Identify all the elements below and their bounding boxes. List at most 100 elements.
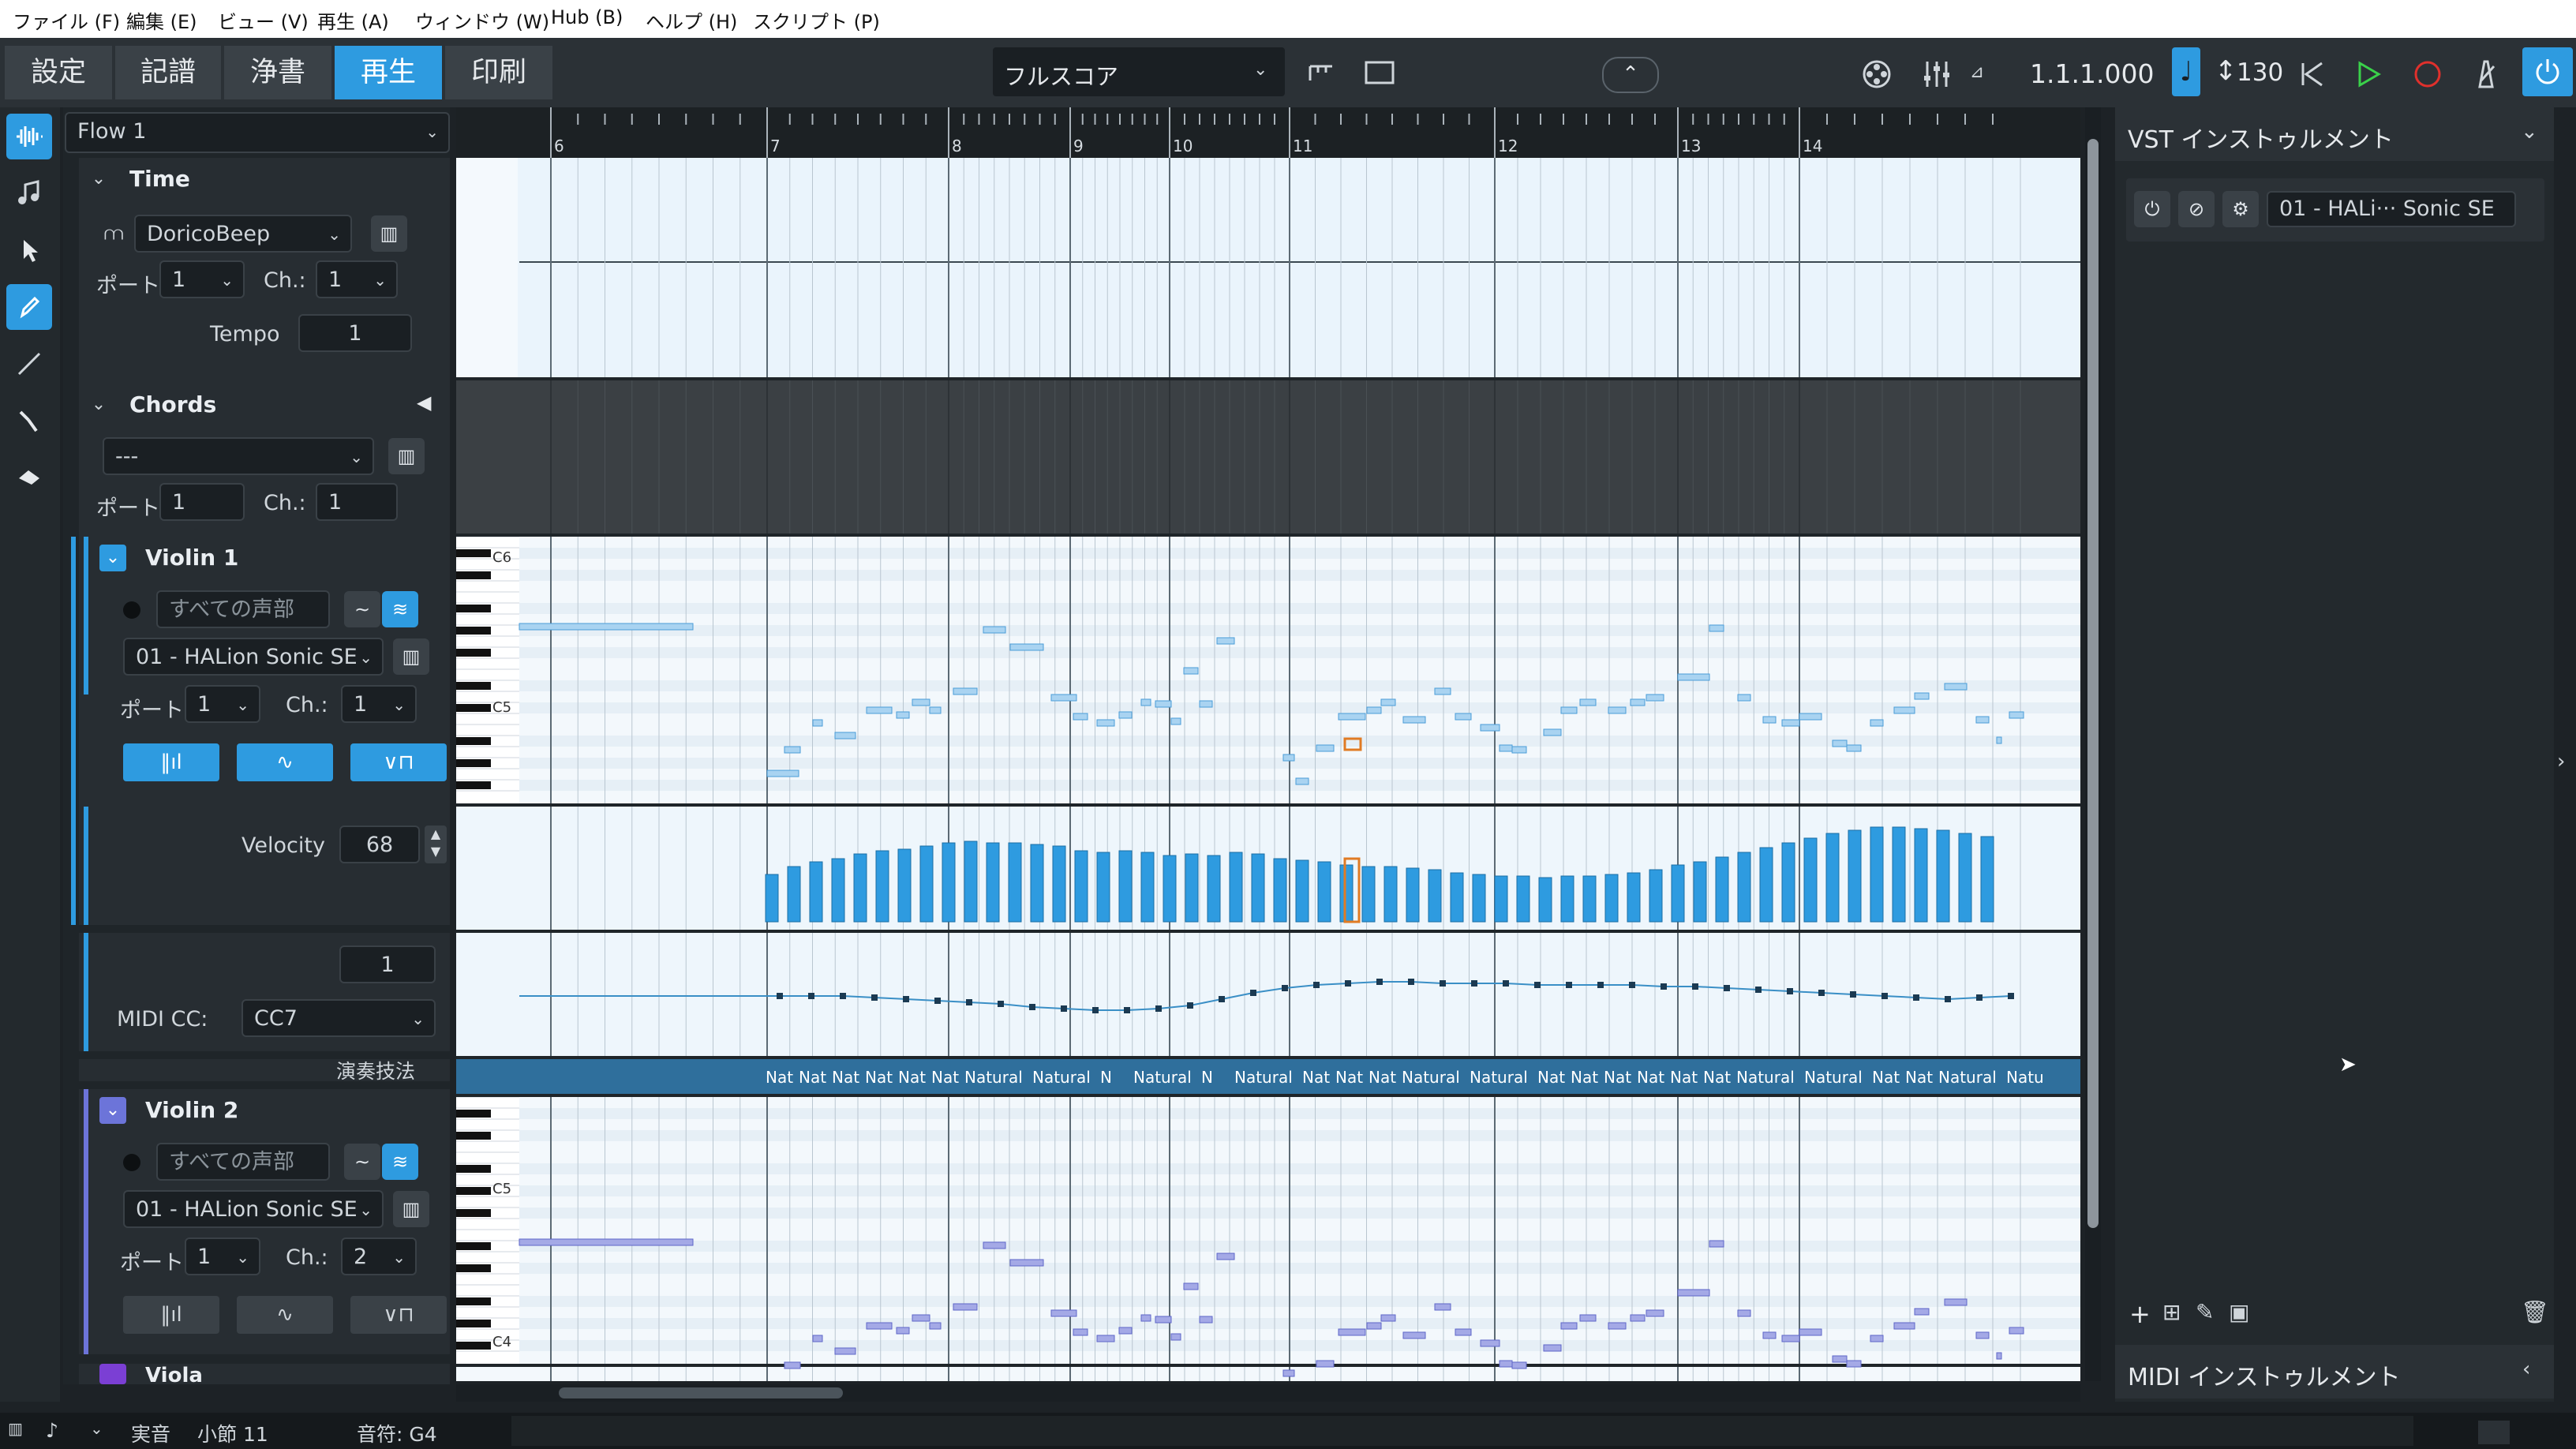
editor-canvas[interactable]: C6 C5 C5 C4 Nat Nat Nat Nat Nat Nat Natural Natural… [456, 158, 2080, 1381]
tempo-value-field[interactable]: 1 [298, 314, 412, 352]
timeline-ruler[interactable]: 6 7 8 9 10 11 12 13 14 [456, 107, 2080, 158]
record-icon[interactable] [2407, 52, 2448, 93]
keyboard-icon[interactable]: ▥ [393, 638, 429, 675]
cc-value-field[interactable]: 1 [339, 945, 436, 983]
menu-script[interactable]: スクリプト (P) [753, 6, 880, 34]
brush-icon[interactable] [6, 398, 52, 444]
line-tool-icon[interactable] [6, 341, 52, 387]
waves-icon[interactable]: ≋ [382, 1144, 418, 1180]
menu-hub[interactable]: Hub (B) [551, 6, 623, 28]
time-device-select[interactable]: DoricoBeep ⌄ [134, 215, 352, 253]
midi-cc-select[interactable]: CC7 ⌄ [242, 999, 436, 1037]
channel-field[interactable]: 1 [316, 483, 398, 521]
note-input-icon[interactable]: ♪ [46, 1419, 58, 1442]
piano-icon[interactable]: ▥ [8, 1419, 23, 1438]
note-icon[interactable]: ♩ [2172, 47, 2200, 96]
power-icon[interactable] [2522, 47, 2573, 96]
chevron-down-icon[interactable]: ⌄ [85, 391, 112, 418]
vst-instrument-select[interactable]: 01 - HALi··· Sonic SE [2267, 191, 2516, 227]
keyboard-icon[interactable]: ▥ [388, 438, 425, 474]
menu-view[interactable]: ビュー (V) [218, 6, 309, 34]
waves-icon[interactable]: ≋ [382, 591, 418, 627]
add-multiple-icon[interactable]: ⊞ [2162, 1299, 2181, 1325]
keyboard-icon[interactable]: ▥ [393, 1191, 429, 1227]
playhead-position[interactable]: 1.1.1.000 [2030, 58, 2154, 89]
tab-setup[interactable]: 設定 [5, 46, 112, 99]
technique-lane-button[interactable]: ∨⊓ [350, 743, 447, 781]
power-icon[interactable]: ⏻ [2134, 191, 2170, 227]
tab-print[interactable]: 印刷 [445, 46, 552, 99]
scrollbar-thumb[interactable] [559, 1387, 843, 1398]
channel-select[interactable]: 1 ⌄ [316, 260, 398, 298]
concert-pitch-toggle[interactable]: 実音 [131, 1419, 170, 1447]
collapse-toolbar-button[interactable]: ⌃ [1602, 57, 1659, 93]
rewind-to-start-icon[interactable] [2292, 52, 2333, 93]
voices-select[interactable]: すべての声部 [156, 1143, 330, 1181]
menu-file[interactable]: ファイル (F) [13, 6, 120, 34]
velocity-lane-button[interactable]: ‖ıl [123, 1296, 219, 1334]
keyboard-icon[interactable]: ▥ [371, 215, 407, 252]
tilde-icon[interactable]: ∼ [344, 591, 380, 627]
velocity-lane-button[interactable]: ‖ıl [123, 743, 219, 781]
horizontal-scrollbar[interactable] [456, 1384, 2080, 1402]
channel-select[interactable]: 2 ⌄ [341, 1237, 417, 1275]
midi-panel-header[interactable]: MIDI インストゥルメント ‹ [2115, 1345, 2554, 1398]
menu-help[interactable]: ヘルプ (H) [646, 6, 737, 34]
tab-engrave[interactable]: 浄書 [224, 46, 331, 99]
metronome-icon[interactable] [2466, 52, 2507, 93]
instrument-select[interactable]: 01 - HALion Sonic SE ⌄ [123, 1190, 384, 1228]
cc-lane-button[interactable]: ∿ [237, 1296, 333, 1334]
play-icon[interactable] [2347, 52, 2388, 93]
pencil-icon[interactable] [6, 284, 52, 330]
scrollbar-thumb[interactable] [2087, 139, 2099, 1228]
voices-select[interactable]: すべての声部 [156, 590, 330, 628]
chords-device-select[interactable]: --- ⌄ [103, 437, 374, 475]
page-view-icon[interactable] [1359, 52, 1400, 93]
pointer-icon[interactable] [6, 227, 52, 273]
speaker-icon[interactable]: ◀ [417, 391, 431, 414]
velocity-stepper[interactable]: ▲ ▼ [425, 826, 447, 863]
select-all-icon[interactable]: ▣ [2229, 1299, 2249, 1325]
piano-roll-editor[interactable]: C6 C5 C5 C4 Nat Nat Nat Nat Nat Nat Natural Natural… [456, 158, 2080, 1381]
layout-selector[interactable]: フルスコア ⌄ [993, 47, 1285, 96]
tab-play[interactable]: 再生 [335, 46, 442, 99]
chevron-right-icon[interactable]: › [2557, 750, 2565, 773]
record-arm-button[interactable] [123, 1154, 140, 1171]
edit-icon[interactable]: ✎ [2196, 1299, 2214, 1325]
menu-window[interactable]: ウィンドウ (W) [415, 6, 549, 34]
music-note-icon[interactable] [6, 170, 52, 216]
mixer-reel-icon[interactable] [1856, 52, 1897, 93]
tilde-icon[interactable]: ∼ [344, 1144, 380, 1180]
technique-lane-button[interactable]: ∨⊓ [350, 1296, 447, 1334]
bypass-icon[interactable]: ⊘ [2178, 191, 2215, 227]
panel-toggle-icon[interactable] [2478, 1421, 2510, 1444]
record-arm-button[interactable] [123, 601, 140, 619]
chevron-down-icon[interactable]: ⌄ [99, 1097, 126, 1124]
chevron-down-icon[interactable]: ⌄ [90, 1419, 103, 1438]
instrument-select[interactable]: 01 - HALion Sonic SE ⌄ [123, 638, 384, 676]
port-field[interactable]: 1 [159, 483, 245, 521]
menu-edit[interactable]: 編集 (E) [126, 6, 197, 34]
galley-view-icon[interactable] [1301, 52, 1342, 93]
chevron-down-icon[interactable]: ⌄ [85, 166, 112, 193]
port-select[interactable]: 1 ⌄ [159, 260, 245, 298]
port-select[interactable]: 1 ⌄ [185, 685, 260, 723]
flow-selector[interactable]: Flow 1 ⌄ [65, 112, 450, 153]
chevron-down-icon[interactable] [99, 1364, 126, 1384]
trash-icon[interactable]: 🗑 [2521, 1299, 2549, 1325]
vertical-scrollbar[interactable] [2085, 107, 2101, 1381]
eraser-icon[interactable] [6, 455, 52, 500]
chevron-down-icon[interactable]: ⌄ [99, 545, 126, 571]
menu-play[interactable]: 再生 (A) [317, 6, 389, 34]
gear-icon[interactable]: ⚙ [2222, 191, 2259, 227]
waveform-icon[interactable] [6, 114, 52, 159]
tab-write[interactable]: 記譜 [115, 46, 221, 99]
vst-panel-header[interactable]: VST インストゥルメント ⌄ [2115, 107, 2554, 161]
velocity-field[interactable]: 68 [339, 826, 420, 863]
video-icon[interactable]: ⊿ [1965, 52, 1989, 93]
tempo-display[interactable]: 130 [2237, 58, 2283, 87]
channel-select[interactable]: 1 ⌄ [341, 685, 417, 723]
port-select[interactable]: 1 ⌄ [185, 1237, 260, 1275]
add-icon[interactable]: + [2129, 1299, 2151, 1329]
mixer-faders-icon[interactable] [1916, 52, 1957, 93]
